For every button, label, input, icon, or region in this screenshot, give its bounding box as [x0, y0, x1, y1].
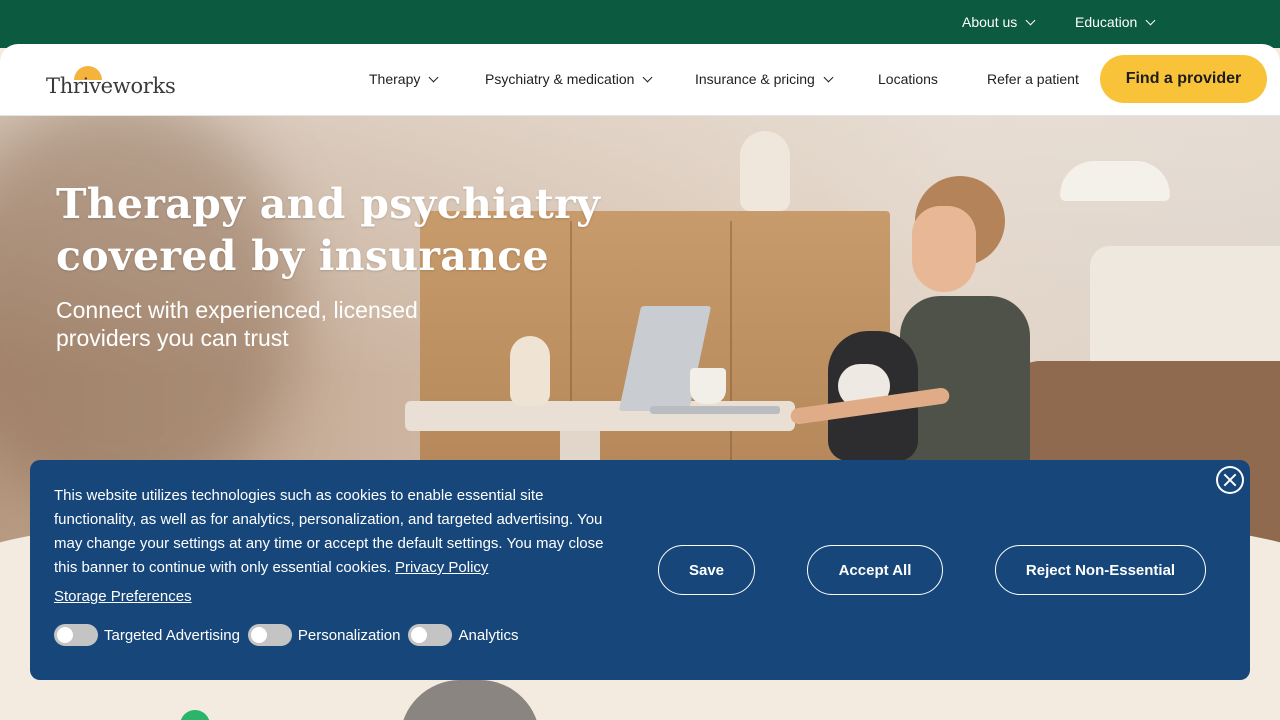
- toggle-targeted-advertising: Targeted Advertising: [54, 624, 240, 646]
- cookie-toggles: Targeted Advertising Personalization Ana…: [54, 624, 527, 646]
- hero-subtitle: Connect with experienced, licensed provi…: [56, 297, 418, 351]
- chevron-down-icon: [1145, 15, 1156, 25]
- main-navigation: Thriveworks Therapy Psychiatry & medicat…: [0, 44, 1280, 116]
- save-button[interactable]: Save: [658, 545, 755, 595]
- provider-photo: [400, 680, 540, 720]
- targeted-advertising-switch[interactable]: [54, 624, 98, 646]
- nav-refer-patient[interactable]: Refer a patient: [987, 71, 1079, 87]
- find-provider-button[interactable]: Find a provider: [1100, 55, 1267, 103]
- hero-title-line2: covered by insurance: [56, 232, 549, 280]
- nav-psychiatry[interactable]: Psychiatry & medication: [485, 71, 653, 87]
- personalization-label: Personalization: [297, 626, 401, 644]
- cookie-text: This website utilizes technologies such …: [54, 484, 614, 580]
- nav-psychiatry-label: Psychiatry & medication: [485, 71, 635, 87]
- decorative-circle: [180, 710, 210, 720]
- storage-preferences-link[interactable]: Storage Preferences: [54, 588, 192, 605]
- education-label: Education: [1075, 14, 1138, 30]
- chevron-down-icon: [642, 72, 653, 82]
- toggle-analytics: Analytics: [408, 624, 519, 646]
- nav-refer-label: Refer a patient: [987, 71, 1079, 87]
- analytics-switch[interactable]: [408, 624, 453, 646]
- chevron-down-icon: [823, 72, 834, 82]
- woman-photo: [912, 206, 976, 292]
- cookie-description: This website utilizes technologies such …: [54, 487, 604, 576]
- nav-insurance-label: Insurance & pricing: [695, 71, 815, 87]
- logo-wordmark: Thriveworks: [46, 74, 176, 98]
- hero-title: Therapy and psychiatry covered by insura…: [56, 178, 600, 282]
- personalization-switch[interactable]: [247, 624, 292, 646]
- about-us-label: About us: [962, 14, 1018, 30]
- nav-therapy[interactable]: Therapy: [369, 71, 439, 87]
- chevron-down-icon: [428, 72, 439, 82]
- lamp-image: [1060, 161, 1170, 201]
- analytics-label: Analytics: [458, 626, 519, 644]
- cookie-banner: This website utilizes technologies such …: [30, 460, 1250, 680]
- nav-therapy-label: Therapy: [369, 71, 421, 87]
- targeted-advertising-label: Targeted Advertising: [104, 626, 240, 644]
- close-banner-button[interactable]: [1216, 466, 1244, 494]
- about-us-menu[interactable]: About us: [962, 14, 1036, 30]
- close-icon: [1218, 468, 1242, 492]
- nav-locations[interactable]: Locations: [878, 71, 938, 87]
- education-menu[interactable]: Education: [1075, 14, 1156, 30]
- thriveworks-logo[interactable]: Thriveworks: [46, 66, 186, 102]
- reject-non-essential-button[interactable]: Reject Non-Essential: [995, 545, 1206, 595]
- chevron-down-icon: [1025, 15, 1036, 25]
- nav-locations-label: Locations: [878, 71, 938, 87]
- accept-all-button[interactable]: Accept All: [807, 545, 943, 595]
- privacy-policy-link[interactable]: Privacy Policy: [395, 559, 488, 576]
- utility-bar: About us Education: [0, 0, 1280, 48]
- hero-title-line1: Therapy and psychiatry: [56, 180, 601, 228]
- nav-insurance[interactable]: Insurance & pricing: [695, 71, 834, 87]
- toggle-personalization: Personalization: [247, 624, 401, 646]
